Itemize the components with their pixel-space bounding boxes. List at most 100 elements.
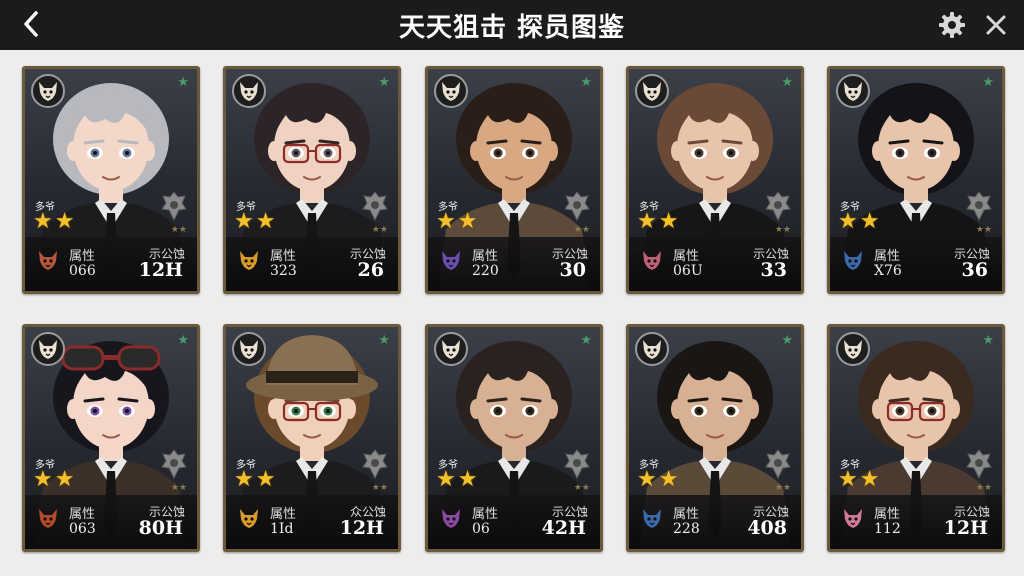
- rank-star-icon: ★: [637, 467, 657, 492]
- attribute-value: 323: [270, 263, 297, 279]
- favorite-star-icon[interactable]: ★: [982, 333, 994, 348]
- fox-icon: [232, 243, 266, 277]
- cat-icon: [434, 501, 468, 535]
- attribute-label: 属性: [270, 507, 297, 522]
- attribute-label: 属性: [472, 249, 499, 264]
- rank-star-icon: ★: [54, 467, 75, 492]
- attribute-label: 属性: [874, 507, 901, 522]
- favorite-star-icon[interactable]: ★: [378, 75, 390, 90]
- attribute-value: 112: [874, 521, 901, 537]
- rank-stars: ★ ★: [436, 469, 477, 491]
- rank-star-icon: ★: [457, 467, 478, 492]
- pig-icon: [836, 501, 870, 535]
- favorite-star-icon[interactable]: ★: [177, 75, 189, 90]
- rank-stars: ★ ★: [33, 211, 74, 233]
- rank-star-icon: ★: [859, 467, 880, 492]
- mini-stars-icon: ★★: [170, 483, 187, 493]
- attribute-value: 063: [69, 521, 96, 537]
- emblem-icon: [765, 449, 791, 480]
- rank-stars: ★ ★: [234, 469, 275, 491]
- stat-value: 408: [747, 517, 787, 539]
- emblem-icon: [966, 449, 992, 480]
- rank-star-icon: ★: [436, 467, 456, 492]
- agent-card[interactable]: ★ 多爷 ★ ★ ★★ 属性 112 示公蚀 12H: [827, 324, 1005, 552]
- agent-card[interactable]: ★ 多爷 ★ ★ ★★ 属性 066 示公蚀 12H: [22, 66, 200, 294]
- mask-badge-icon: [635, 332, 669, 366]
- wolf-icon: [635, 501, 669, 535]
- attribute-label: 属性: [69, 507, 96, 522]
- favorite-star-icon[interactable]: ★: [580, 75, 592, 90]
- stat-value: 42H: [541, 517, 586, 539]
- stat-value: 80H: [138, 517, 183, 539]
- stat-value: 12H: [943, 517, 988, 539]
- rank-star-icon: ★: [234, 209, 254, 234]
- emblem-icon: [362, 449, 388, 480]
- rank-stars: ★ ★: [234, 211, 275, 233]
- agent-card[interactable]: ★ 多爷 ★ ★ ★★ 属性 06 示公蚀 42H: [425, 324, 603, 552]
- agent-card[interactable]: ★ 多爷 ★ ★ ★★ 属性 323 示公蚀 26: [223, 66, 401, 294]
- favorite-star-icon[interactable]: ★: [378, 333, 390, 348]
- cat-icon: [635, 243, 669, 277]
- agent-card[interactable]: ★ 多爷 ★ ★ ★★ 属性 228 示公蚀 408: [626, 324, 804, 552]
- agent-card[interactable]: ★ 多爷 ★ ★ ★★ 属性 1Id 众公蚀 12H: [223, 324, 401, 552]
- attribute-label: 属性: [673, 249, 700, 264]
- mini-stars-icon: ★★: [170, 225, 187, 235]
- stat-value: 30: [559, 259, 586, 281]
- agent-card[interactable]: ★ 多爷 ★ ★ ★★ 属性 220 示公蚀 30: [425, 66, 603, 294]
- emblem-icon: [362, 191, 388, 222]
- mask-badge-icon: [836, 332, 870, 366]
- rank-star-icon: ★: [838, 467, 858, 492]
- wolf-icon: [434, 243, 468, 277]
- mask-badge-icon: [836, 74, 870, 108]
- emblem-icon: [765, 191, 791, 222]
- rank-star-icon: ★: [255, 209, 276, 234]
- stat-value: 12H: [138, 259, 183, 281]
- attribute-label: 属性: [673, 507, 700, 522]
- emblem-icon: [564, 449, 590, 480]
- rank-star-icon: ★: [637, 209, 657, 234]
- emblem-icon: [161, 191, 187, 222]
- rank-star-icon: ★: [54, 209, 75, 234]
- mask-badge-icon: [31, 74, 65, 108]
- fox-icon: [232, 501, 266, 535]
- favorite-star-icon[interactable]: ★: [580, 333, 592, 348]
- attribute-value: 220: [472, 263, 499, 279]
- favorite-star-icon[interactable]: ★: [781, 333, 793, 348]
- agent-card[interactable]: ★ 多爷 ★ ★ ★★ 属性 063 示公蚀 80H: [22, 324, 200, 552]
- mini-stars-icon: ★★: [774, 483, 791, 493]
- rank-star-icon: ★: [859, 209, 880, 234]
- emblem-icon: [161, 449, 187, 480]
- rank-star-icon: ★: [234, 467, 254, 492]
- fox-icon: [31, 501, 65, 535]
- rank-stars: ★ ★: [637, 469, 678, 491]
- stat-value: 36: [961, 259, 988, 281]
- mini-stars-icon: ★★: [774, 225, 791, 235]
- stat-value: 12H: [339, 517, 384, 539]
- wolf-icon: [836, 243, 870, 277]
- favorite-star-icon[interactable]: ★: [982, 75, 994, 90]
- mask-badge-icon: [232, 332, 266, 366]
- rank-star-icon: ★: [658, 209, 679, 234]
- stat-value: 33: [760, 259, 787, 281]
- rank-stars: ★ ★: [33, 469, 74, 491]
- rank-star-icon: ★: [33, 467, 53, 492]
- emblem-icon: [966, 191, 992, 222]
- attribute-value: 066: [69, 263, 96, 279]
- attribute-label: 属性: [874, 249, 901, 264]
- mask-badge-icon: [434, 74, 468, 108]
- favorite-star-icon[interactable]: ★: [177, 333, 189, 348]
- mini-stars-icon: ★★: [573, 225, 590, 235]
- attribute-value: 06: [472, 521, 490, 537]
- agent-card[interactable]: ★ 多爷 ★ ★ ★★ 属性 X76 示公蚀 36: [827, 66, 1005, 294]
- favorite-star-icon[interactable]: ★: [781, 75, 793, 90]
- mini-stars-icon: ★★: [371, 225, 388, 235]
- mask-badge-icon: [232, 74, 266, 108]
- stat-value: 26: [357, 259, 384, 281]
- agent-card[interactable]: ★ 多爷 ★ ★ ★★ 属性 06U 示公蚀 33: [626, 66, 804, 294]
- rank-star-icon: ★: [457, 209, 478, 234]
- mask-badge-icon: [635, 74, 669, 108]
- attribute-value: 1Id: [270, 521, 294, 537]
- attribute-value: X76: [874, 263, 902, 279]
- rank-stars: ★ ★: [436, 211, 477, 233]
- rank-star-icon: ★: [436, 209, 456, 234]
